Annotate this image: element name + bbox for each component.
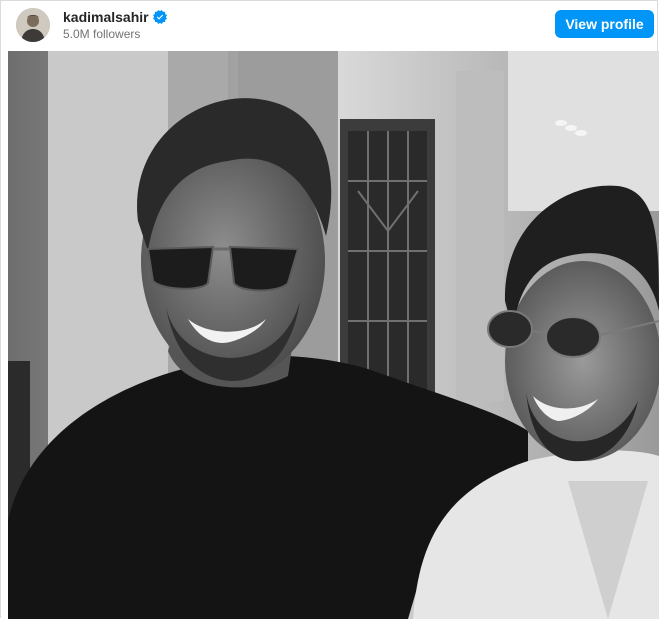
view-profile-button[interactable]: View profile — [555, 10, 654, 38]
followers-count: 5.0M followers — [63, 27, 141, 41]
username-link[interactable]: kadimalsahir — [63, 9, 149, 25]
post-photo[interactable] — [8, 51, 659, 619]
instagram-embed-card: kadimalsahir 5.0M followers View profile — [0, 0, 659, 619]
verified-badge-icon — [152, 10, 167, 24]
username-row: kadimalsahir — [63, 9, 167, 25]
avatar-image — [16, 8, 50, 42]
post-header: kadimalsahir 5.0M followers View profile — [1, 1, 657, 51]
photo-illustration — [8, 51, 659, 619]
avatar[interactable] — [16, 8, 50, 42]
